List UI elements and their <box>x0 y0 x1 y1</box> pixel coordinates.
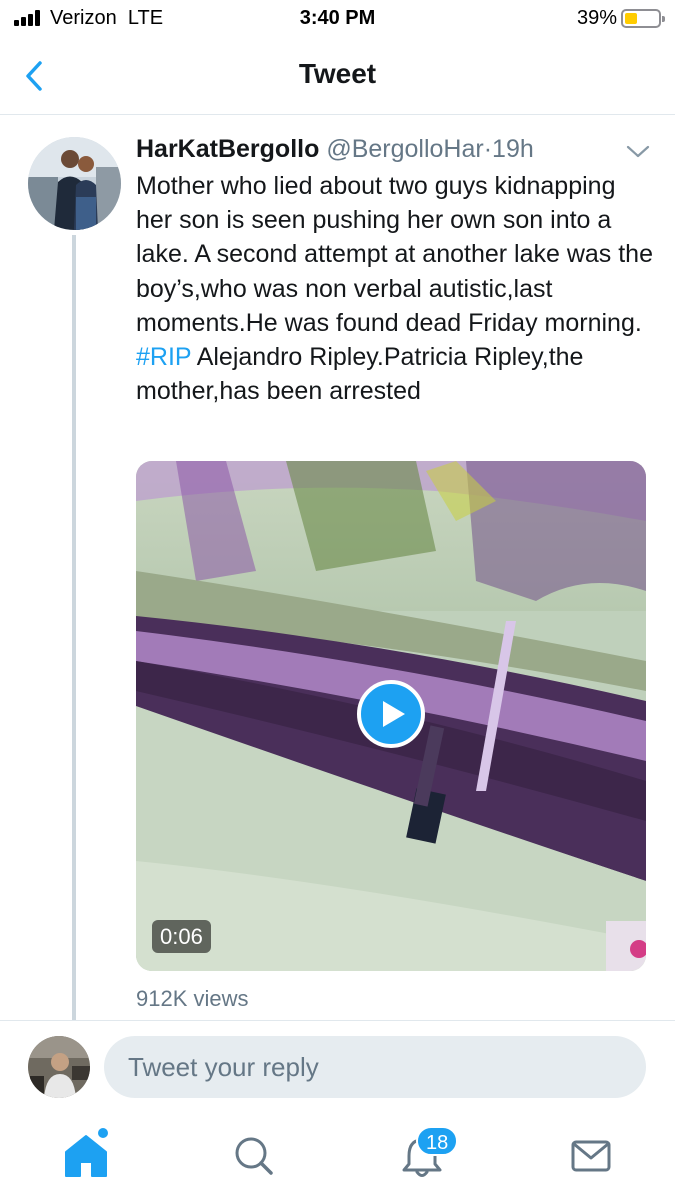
video-duration: 0:06 <box>152 920 211 953</box>
status-time: 3:40 PM <box>299 7 376 29</box>
user-photo <box>28 1036 90 1098</box>
battery-percent: 39% <box>576 7 617 29</box>
envelope-icon <box>571 1140 611 1172</box>
play-icon <box>383 701 405 727</box>
play-button[interactable] <box>357 680 425 748</box>
tweet-header: HarKatBergollo @BergolloHar·19h <box>136 135 534 164</box>
tweet-options-button[interactable] <box>625 142 651 162</box>
view-count: 912K views <box>136 986 249 1011</box>
tweet-text-part-1: Mother who lied about two guys kidnappin… <box>136 172 653 337</box>
tab-bar: 18 <box>0 1112 675 1200</box>
navigation-bar: Tweet <box>0 40 675 115</box>
author-avatar[interactable] <box>28 137 121 230</box>
separator-dot: · <box>483 135 493 163</box>
tweet-timestamp: 19h <box>492 135 534 163</box>
chevron-down-icon <box>626 145 650 158</box>
status-bar: Verizon LTE 3:40 PM 39% <box>0 0 675 40</box>
home-unread-dot <box>98 1128 108 1138</box>
search-icon <box>235 1137 273 1175</box>
tweet-text: Mother who lied about two guys kidnappin… <box>136 169 656 408</box>
author-display-name[interactable]: HarKatBergollo <box>136 135 319 163</box>
reply-input[interactable] <box>104 1036 646 1098</box>
tab-home[interactable] <box>56 1124 116 1184</box>
tab-notifications[interactable]: 18 <box>392 1124 459 1184</box>
page-title: Tweet <box>298 58 377 89</box>
battery-icon <box>621 9 665 28</box>
user-avatar[interactable] <box>28 1036 90 1098</box>
hashtag-link[interactable]: #RIP <box>136 343 191 371</box>
tweet-text-part-2: Alejandro Ripley.Patricia Ripley,the mot… <box>136 343 584 406</box>
tab-search[interactable] <box>224 1124 284 1184</box>
thread-line <box>72 235 76 1020</box>
author-handle[interactable]: @BergolloHar <box>326 135 483 163</box>
author-photo <box>28 137 121 230</box>
tab-messages[interactable] <box>560 1124 620 1184</box>
notifications-badge: 18 <box>416 1126 459 1156</box>
